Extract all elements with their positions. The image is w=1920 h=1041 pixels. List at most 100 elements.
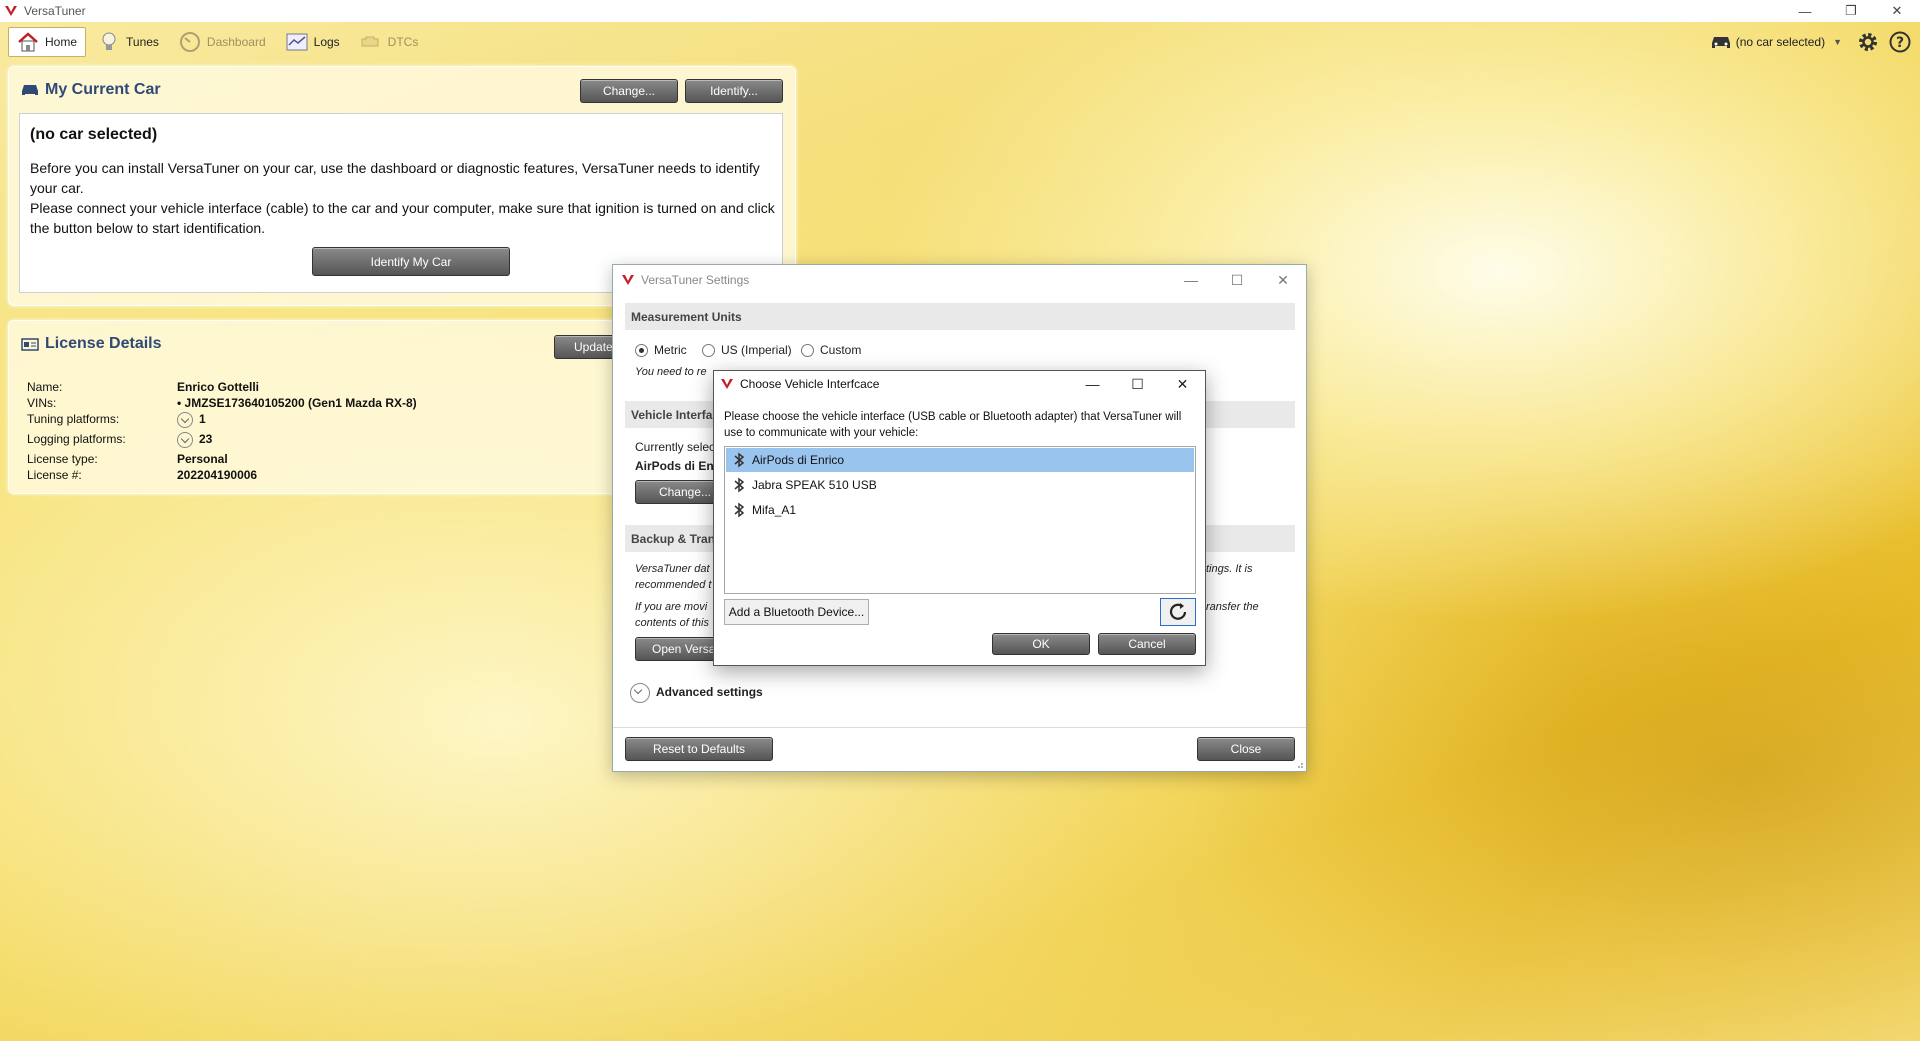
device-list[interactable]: AirPods di Enrico Jabra SPEAK 510 USB Mi… <box>724 446 1196 594</box>
units-note: You need to re <box>635 366 707 378</box>
bulb-icon <box>98 31 120 53</box>
unit-custom-radio[interactable]: Custom <box>801 343 862 358</box>
tab-home[interactable]: Home <box>8 26 87 57</box>
expand-logging-icon[interactable] <box>177 432 193 448</box>
logging-platforms-value: 23 <box>177 432 212 448</box>
change-car-button[interactable]: Change... <box>580 79 678 103</box>
restore-button[interactable]: ❐ <box>1828 0 1874 22</box>
unit-us-radio[interactable]: US (Imperial) <box>702 343 792 358</box>
gear-icon[interactable] <box>1856 30 1880 54</box>
chooser-maximize-button[interactable]: ☐ <box>1115 371 1160 397</box>
car-icon <box>1711 36 1730 48</box>
versatuner-logo-icon <box>622 275 634 285</box>
tab-tunes[interactable]: Tunes <box>90 27 167 57</box>
radio-icon <box>702 344 715 358</box>
cancel-button[interactable]: Cancel <box>1098 633 1196 655</box>
chooser-minimize-button[interactable]: — <box>1070 371 1115 397</box>
license-name-label: Name: <box>27 380 63 394</box>
tab-dashboard[interactable]: Dashboard <box>171 27 274 57</box>
measurement-units-header: Measurement Units <box>625 303 1295 330</box>
unit-metric-radio[interactable]: Metric <box>635 343 687 358</box>
device-list-item[interactable]: AirPods di Enrico <box>726 448 1194 472</box>
currently-selected-label: Currently selec <box>635 440 716 454</box>
versatuner-logo-icon <box>5 6 17 16</box>
license-number-label: License #: <box>27 468 82 482</box>
chevron-down-icon: ▼ <box>1833 36 1842 47</box>
license-title-text: License Details <box>45 335 162 352</box>
device-name: AirPods di Enrico <box>752 453 845 467</box>
device-name: Mifa_A1 <box>752 503 797 517</box>
settings-close-button[interactable]: ✕ <box>1260 265 1306 295</box>
backup-text-1b: tings. It is <box>1206 563 1253 575</box>
tuning-platforms-label: Tuning platforms: <box>27 412 120 426</box>
tab-logs[interactable]: Logs <box>278 27 348 57</box>
unit-us-label: US (Imperial) <box>721 343 792 357</box>
tab-home-label: Home <box>45 34 78 49</box>
tab-dtcs-label: DTCs <box>387 34 419 49</box>
device-list-item[interactable]: Jabra SPEAK 510 USB <box>726 473 1194 497</box>
radio-icon <box>801 344 814 358</box>
settings-title: VersaTuner Settings <box>641 273 750 287</box>
license-type-value: Personal <box>177 452 228 466</box>
license-title: License Details <box>21 335 162 353</box>
app-titlebar: VersaTuner — ❐ ✕ <box>0 0 1920 22</box>
ok-button[interactable]: OK <box>992 633 1090 655</box>
bluetooth-icon <box>734 452 745 468</box>
backup-text-2c: contents of this <box>635 617 709 629</box>
backup-text-2a: If you are movi <box>635 601 708 613</box>
backup-text-1c: recommended t <box>635 579 712 591</box>
versatuner-logo-icon <box>721 379 733 389</box>
car-status-heading: (no car selected) <box>30 126 158 143</box>
chooser-titlebar: Choose Vehicle Interfcace — ☐ ✕ <box>714 371 1205 397</box>
resize-grip-icon[interactable] <box>1294 759 1304 769</box>
chooser-prompt: Please choose the vehicle interface (USB… <box>724 411 1182 439</box>
main-tabs: Home Tunes Dashboard Logs DTCs <box>0 22 1920 61</box>
settings-footer-divider <box>613 727 1306 728</box>
backup-text-1a: VersaTuner dat <box>635 563 710 575</box>
gauge-icon <box>179 31 201 53</box>
license-number-value: 202204190006 <box>177 468 258 482</box>
car-selector-label: (no car selected) <box>1735 34 1826 49</box>
tab-dtcs[interactable]: DTCs <box>352 27 427 57</box>
unit-metric-label: Metric <box>654 343 687 357</box>
refresh-button[interactable] <box>1160 598 1196 626</box>
backup-text-2b: ransfer the <box>1206 601 1259 613</box>
refresh-icon <box>1169 603 1187 620</box>
home-icon <box>17 31 39 53</box>
logging-platforms-label: Logging platforms: <box>27 432 126 446</box>
car-selector[interactable]: (no car selected) ▼ <box>1710 34 1842 50</box>
reset-defaults-button[interactable]: Reset to Defaults <box>625 737 773 761</box>
close-button[interactable]: ✕ <box>1874 0 1920 22</box>
tab-logs-label: Logs <box>313 34 340 49</box>
expand-advanced-icon <box>630 683 650 703</box>
settings-maximize-button[interactable]: ☐ <box>1214 265 1260 295</box>
add-bluetooth-button[interactable]: Add a Bluetooth Device... <box>724 599 869 625</box>
engine-icon <box>360 31 382 53</box>
choose-interface-dialog: Choose Vehicle Interfcace — ☐ ✕ Please c… <box>713 370 1206 666</box>
header-right: (no car selected) ▼ ? <box>1710 22 1920 61</box>
settings-minimize-button[interactable]: — <box>1168 265 1214 295</box>
device-name: Jabra SPEAK 510 USB <box>752 478 877 492</box>
device-list-item[interactable]: Mifa_A1 <box>726 498 1194 522</box>
unit-custom-label: Custom <box>820 343 862 357</box>
my-car-title-text: My Current Car <box>45 81 161 98</box>
settings-close-footer-button[interactable]: Close <box>1197 737 1295 761</box>
help-icon[interactable]: ? <box>1888 30 1912 54</box>
settings-titlebar: VersaTuner Settings — ☐ ✕ <box>613 265 1306 295</box>
advanced-settings-toggle[interactable]: Advanced settings <box>630 683 763 703</box>
license-name-value: Enrico Gottelli <box>177 380 260 394</box>
bluetooth-icon <box>734 477 745 493</box>
car-status-paragraph2: Please connect your vehicle interface (c… <box>30 200 775 236</box>
chooser-close-button[interactable]: ✕ <box>1160 371 1205 397</box>
expand-tuning-icon[interactable] <box>177 412 193 428</box>
app-title: VersaTuner <box>24 4 86 18</box>
car-status-paragraph1: Before you can install VersaTuner on you… <box>30 160 760 196</box>
identify-my-car-button[interactable]: Identify My Car <box>312 247 510 276</box>
license-vins-label: VINs: <box>27 396 57 410</box>
logs-icon <box>286 31 308 53</box>
tab-dashboard-label: Dashboard <box>206 34 266 49</box>
identify-button[interactable]: Identify... <box>685 79 783 103</box>
minimize-button[interactable]: — <box>1782 0 1828 22</box>
svg-text:?: ? <box>1896 35 1904 51</box>
my-car-title: My Current Car <box>21 81 161 99</box>
